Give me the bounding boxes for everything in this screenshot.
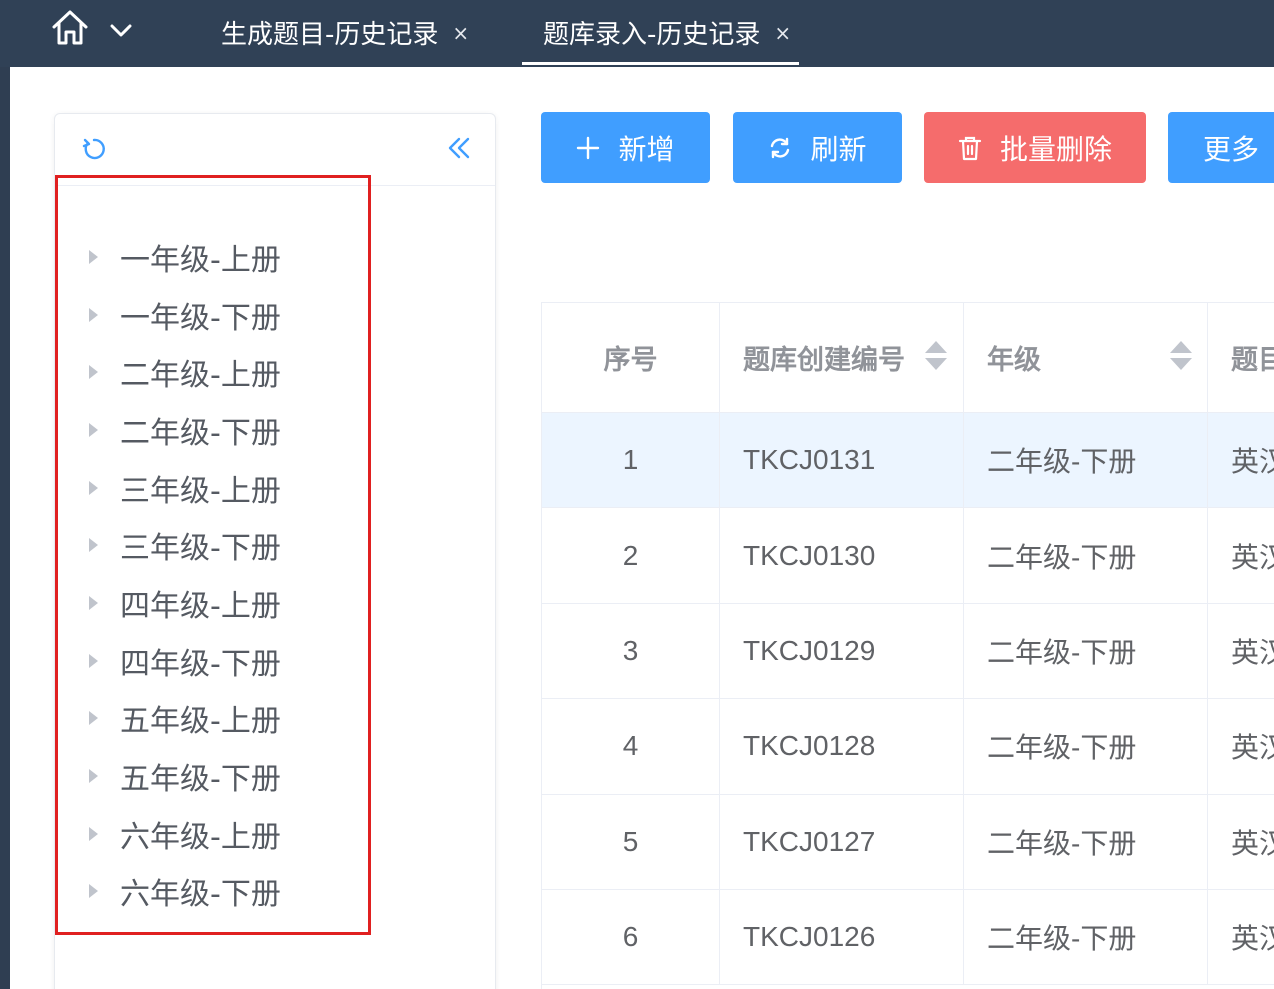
cell-grade: 二年级-下册 xyxy=(964,699,1208,794)
column-header-label: 题目 xyxy=(1231,345,1274,376)
cell-title: 英汉 xyxy=(1231,827,1274,859)
cell-title: 英汉 xyxy=(1231,732,1274,764)
cell-code: TKCJ0129 xyxy=(720,603,964,699)
table-row[interactable]: 3 TKCJ0129 二年级-下册 英汉 xyxy=(542,603,1274,700)
cell-code: TKCJ0131 xyxy=(720,413,964,508)
table-row[interactable]: 1 TKCJ0131 二年级-下册 英汉 xyxy=(542,413,1274,509)
cell-index: 5 xyxy=(542,794,720,889)
cell-index: 1 xyxy=(542,413,720,508)
home-icon[interactable] xyxy=(50,7,90,47)
cell-code: TKCJ0127 xyxy=(720,794,964,889)
refresh-icon[interactable] xyxy=(81,136,107,162)
cell-code: TKCJ0128 xyxy=(720,699,964,794)
annotation-highlight-box xyxy=(55,175,371,935)
cell-index: 3 xyxy=(542,603,720,699)
table-row[interactable]: 2 TKCJ0130 二年级-下册 英汉 xyxy=(542,508,1274,604)
table-header-row: 序号 题库创建编号 年级 题目 xyxy=(542,303,1274,413)
tab-label: 题库录入-历史记录 xyxy=(543,20,761,50)
cell-code: TKCJ0130 xyxy=(720,508,964,603)
close-icon[interactable]: × xyxy=(452,21,469,45)
column-header-code[interactable]: 题库创建编号 xyxy=(720,303,964,412)
plus-icon xyxy=(577,136,600,159)
cell-index: 4 xyxy=(542,699,720,794)
sort-icon[interactable] xyxy=(1170,341,1192,373)
add-button-label: 新增 xyxy=(618,132,675,166)
double-chevron-left-icon[interactable] xyxy=(445,134,473,162)
tab-question-generate-history[interactable]: 生成题目-历史记录 × xyxy=(221,0,469,65)
tab-question-bank-history[interactable]: 题库录入-历史记录 × xyxy=(543,0,791,65)
column-header-label: 题库创建编号 xyxy=(743,345,905,376)
cell-title: 英汉 xyxy=(1231,923,1274,955)
chevron-down-icon[interactable] xyxy=(108,17,134,43)
column-header-label: 年级 xyxy=(987,345,1041,376)
batch-delete-button[interactable]: 批量删除 xyxy=(924,112,1146,183)
refresh-button-label: 刷新 xyxy=(810,132,867,166)
table-row[interactable]: 5 TKCJ0127 二年级-下册 英汉 xyxy=(542,794,1274,890)
cell-title: 英汉 xyxy=(1231,636,1274,668)
column-header-index: 序号 xyxy=(542,303,720,412)
top-navbar: 生成题目-历史记录 × 题库录入-历史记录 × xyxy=(0,0,1274,67)
more-button-label: 更多 xyxy=(1203,132,1260,166)
refresh-icon xyxy=(771,137,790,158)
trash-icon xyxy=(958,136,982,160)
active-tab-indicator xyxy=(522,62,799,65)
grade-tree-panel: 一年级-上册 一年级-下册 二年级-上册 二年级-下册 三年级-上册 三年级-下… xyxy=(54,113,496,989)
sort-icon[interactable] xyxy=(925,341,947,373)
table-row[interactable]: 4 TKCJ0128 二年级-下册 英汉 xyxy=(542,699,1274,795)
tab-label: 生成题目-历史记录 xyxy=(221,20,439,50)
add-button[interactable]: 新增 xyxy=(541,112,710,183)
cell-grade: 二年级-下册 xyxy=(964,603,1208,699)
cell-grade: 二年级-下册 xyxy=(964,794,1208,889)
question-bank-table: 序号 题库创建编号 年级 题目 1 TKCJ0131 二年级-下册 英汉 2 T… xyxy=(541,302,1274,989)
table-row[interactable]: 6 TKCJ0126 二年级-下册 英汉 xyxy=(542,890,1274,986)
cell-index: 2 xyxy=(542,508,720,603)
refresh-button[interactable]: 刷新 xyxy=(733,112,902,183)
column-header-grade[interactable]: 年级 xyxy=(964,303,1208,412)
cell-grade: 二年级-下册 xyxy=(964,890,1208,985)
cell-title: 英汉 xyxy=(1231,541,1274,573)
close-icon[interactable]: × xyxy=(774,21,791,45)
cell-title: 英汉 xyxy=(1231,446,1274,478)
batch-delete-button-label: 批量删除 xyxy=(999,132,1112,166)
cell-code: TKCJ0126 xyxy=(720,890,964,985)
more-button[interactable]: 更多 xyxy=(1168,112,1274,183)
cell-grade: 二年级-下册 xyxy=(964,413,1208,508)
cell-index: 6 xyxy=(542,890,720,985)
column-header-title: 题目 xyxy=(1208,303,1274,412)
cell-grade: 二年级-下册 xyxy=(964,508,1208,603)
column-header-label: 序号 xyxy=(603,345,658,376)
main-content: 一年级-上册 一年级-下册 二年级-上册 二年级-下册 三年级-上册 三年级-下… xyxy=(10,67,1274,989)
